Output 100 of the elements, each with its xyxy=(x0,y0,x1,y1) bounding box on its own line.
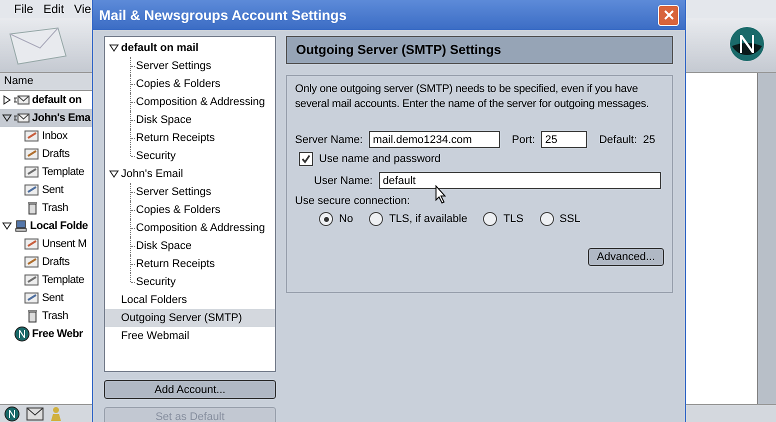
folder-row[interactable]: default on xyxy=(0,91,92,109)
folder-row[interactable]: Local Folde xyxy=(0,217,92,235)
field-label: Use secure connection: xyxy=(295,195,411,207)
menu-item[interactable]: Edit xyxy=(43,2,64,16)
envelope-icon xyxy=(8,26,68,66)
folder-name: Template xyxy=(42,166,84,178)
tree-item[interactable]: Security xyxy=(105,147,275,165)
folder-icon xyxy=(24,255,40,269)
radio-button[interactable] xyxy=(483,212,498,226)
tree-item[interactable]: John's Email xyxy=(105,165,275,183)
folder-icon xyxy=(24,291,40,305)
tree-item[interactable]: Disk Space xyxy=(105,237,275,255)
field-label: Port: xyxy=(512,134,536,146)
scrollbar[interactable] xyxy=(757,73,776,404)
port-field[interactable]: 25 xyxy=(541,131,588,148)
folder-name: Sent xyxy=(42,184,64,196)
menu-item[interactable]: File xyxy=(14,2,34,16)
tree-item[interactable]: Copies & Folders xyxy=(105,75,275,93)
collapse-icon[interactable] xyxy=(2,221,12,231)
tree-item[interactable]: Disk Space xyxy=(105,111,275,129)
logo-icon xyxy=(729,26,765,62)
folder-name: Inbox xyxy=(42,130,68,142)
account-name: default on xyxy=(32,94,82,106)
account-name: Local Folde xyxy=(30,220,88,232)
folder-icon xyxy=(24,183,40,197)
tree-item[interactable]: Security xyxy=(105,273,275,291)
folder-icon xyxy=(24,147,40,161)
folder-row[interactable]: Sent xyxy=(0,289,92,307)
window-title: Mail & Newsgroups Account Settings xyxy=(99,7,347,23)
expand-icon[interactable] xyxy=(2,95,12,105)
folder-name: Unsent M xyxy=(42,238,87,250)
tree-item[interactable]: Server Settings xyxy=(105,183,275,201)
field-label: Default: xyxy=(599,134,638,146)
folder-name: Template xyxy=(42,274,84,286)
logo-icon xyxy=(14,326,30,342)
folder-row[interactable]: Trash xyxy=(0,307,92,325)
tree-item[interactable]: Return Receipts xyxy=(105,255,275,273)
user-name-field[interactable]: default xyxy=(378,172,661,189)
tree-label: Local Folders xyxy=(121,294,188,306)
server-name-field[interactable]: mail.demo1234.com xyxy=(368,131,500,148)
folder-icon xyxy=(24,273,40,287)
folder-row[interactable]: Sent xyxy=(0,181,92,199)
close-icon xyxy=(664,10,674,20)
folder-name: Trash xyxy=(42,310,68,322)
tree-item[interactable]: Copies & Folders xyxy=(105,201,275,219)
field-label: User Name: xyxy=(314,174,373,186)
radio-label: No xyxy=(339,213,354,225)
tree-item[interactable]: Local Folders xyxy=(105,291,275,309)
radio-label: SSL xyxy=(560,213,580,225)
radio-button[interactable] xyxy=(319,212,333,226)
collapse-icon[interactable] xyxy=(109,43,119,53)
mail-account-icon xyxy=(14,112,30,124)
advanced-button[interactable]: Advanced... xyxy=(588,248,664,266)
computer-icon xyxy=(14,219,28,233)
mail-account-icon xyxy=(14,94,30,106)
checkbox-label: Use name and password xyxy=(319,153,441,165)
folder-name: Drafts xyxy=(42,148,70,160)
collapse-icon[interactable] xyxy=(109,169,119,179)
folder-name: Trash xyxy=(42,202,68,214)
radio-label: TLS xyxy=(503,213,524,225)
tree-label: John's Email xyxy=(121,168,184,180)
default-port-value: 25 xyxy=(643,134,656,146)
menu-item[interactable]: Vie xyxy=(74,2,92,16)
column-header[interactable]: Name xyxy=(0,73,92,91)
folder-row[interactable]: Template xyxy=(0,271,92,289)
folder-row[interactable]: Drafts xyxy=(0,253,92,271)
envelope-icon[interactable] xyxy=(26,406,44,420)
account-name: John's Ema xyxy=(32,112,90,124)
tree-item[interactable]: Return Receipts xyxy=(105,129,275,147)
account-name: Free Webr xyxy=(32,328,83,340)
folder-row[interactable]: Template xyxy=(0,163,92,181)
checkbox[interactable] xyxy=(299,152,313,166)
folder-row[interactable]: Inbox xyxy=(0,127,92,145)
tree-item[interactable]: Outgoing Server (SMTP) xyxy=(105,309,275,327)
account-button[interactable]: Add Account... xyxy=(104,380,276,399)
tree-item[interactable]: Composition & Addressing xyxy=(105,219,275,237)
tree-label: Free Webmail xyxy=(121,330,190,342)
description-text: Only one outgoing server (SMTP) needs to be specified, even if you have several mail accounts. Enter the name of the server for outgoing messages. xyxy=(295,82,650,112)
field-label: Server Name: xyxy=(295,134,363,146)
radio-button[interactable] xyxy=(540,212,554,226)
folder-icon xyxy=(24,237,40,251)
mouse-pointer-icon xyxy=(435,185,447,204)
tree-item[interactable]: Free Webmail xyxy=(105,327,275,345)
folder-row[interactable]: Trash xyxy=(0,199,92,217)
panel-heading: Outgoing Server (SMTP) Settings xyxy=(286,36,673,64)
folder-row[interactable]: Drafts xyxy=(0,145,92,163)
radio-button[interactable] xyxy=(369,212,384,226)
logo-icon[interactable] xyxy=(4,406,20,422)
folder-icon xyxy=(24,129,40,143)
close-button[interactable] xyxy=(658,4,679,26)
folder-name: Drafts xyxy=(42,256,70,268)
tree-item[interactable]: Composition & Addressing xyxy=(105,93,275,111)
tree-item[interactable]: default on mail xyxy=(105,39,275,57)
folder-row[interactable]: Free Webr xyxy=(0,325,92,343)
folder-row[interactable]: Unsent M xyxy=(0,235,92,253)
collapse-icon[interactable] xyxy=(2,113,12,123)
tree-item[interactable]: Server Settings xyxy=(105,57,275,75)
folder-name: Sent xyxy=(42,292,64,304)
folder-icon xyxy=(24,165,40,179)
folder-row[interactable]: John's Ema xyxy=(0,109,92,127)
